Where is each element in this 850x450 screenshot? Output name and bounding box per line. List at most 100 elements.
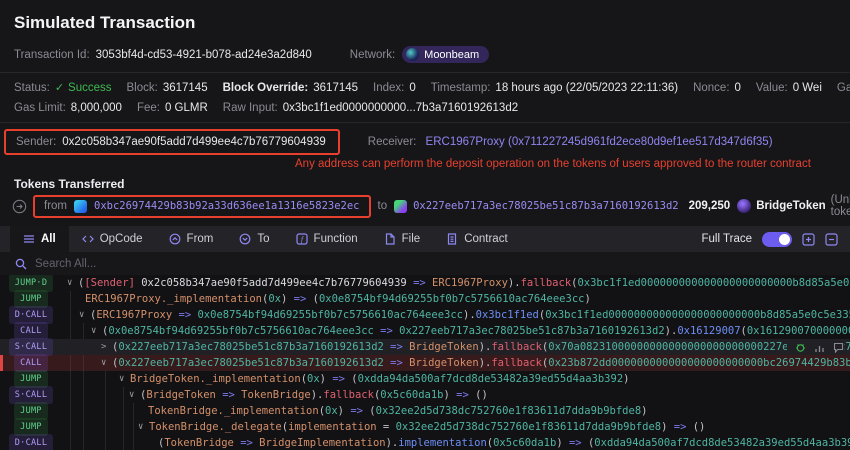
chevron-down-icon[interactable]: ∨	[79, 307, 84, 323]
from-address-link[interactable]: 0xbc26974429b83b92a33d636ee1a1316e5823e2…	[94, 200, 360, 212]
summary-value: Success	[68, 82, 111, 94]
chevron-down-icon[interactable]: ∨	[119, 371, 124, 387]
summary-item: Gas Used:331,062	[837, 82, 850, 94]
trace-line: ∨TokenBridge._delegate(implementation = …	[62, 419, 850, 435]
summary-item: Block Override:3617145	[223, 82, 358, 94]
trace-token: BridgeToken._implementation	[130, 373, 301, 385]
trace-line: ∨(0x227eeb717a3ec78025be51c87b3a71601926…	[62, 355, 850, 371]
svg-text:f: f	[300, 235, 304, 244]
chevron-down-icon[interactable]: ∨	[138, 419, 143, 435]
trace-line: ∨([Sender] 0x2c058b347ae90f5add7d499ee4c…	[62, 275, 850, 291]
tab-label: Contract	[464, 233, 507, 245]
gas-profiler-icon[interactable]	[814, 342, 825, 353]
trace-row[interactable]: JUMP∨BridgeToken._implementation(0x) => …	[0, 371, 850, 387]
trace-token: )	[281, 293, 294, 305]
summary-value: 0x3bc1f1ed0000000000...7b3a7160192613d2	[283, 102, 518, 114]
trace-token: 0x32ee2d5d738dc752760e1f83611d7dda9b9bfd…	[396, 421, 662, 433]
trace-token: implementation	[398, 437, 487, 449]
chevron-down-icon[interactable]: ∨	[101, 355, 106, 371]
trace-token: =>	[384, 341, 409, 353]
trace-row[interactable]: S·CALL>(0x227eeb717a3ec78025be51c87b3a71…	[0, 339, 850, 355]
collapse-all-icon[interactable]	[825, 233, 838, 246]
trace-token: 0x5c60da1b	[493, 437, 556, 449]
trace-token: 0x3bc1f1ed	[476, 309, 539, 321]
trace-line: TokenBridge._implementation(0x) => (0x32…	[62, 403, 850, 419]
summary-value: 0	[409, 82, 415, 94]
tab-contract[interactable]: Contract	[433, 226, 520, 252]
trace-search-bar[interactable]: Search All...	[0, 252, 850, 275]
trace-token: ).	[311, 389, 324, 401]
trace-token: (	[345, 373, 358, 385]
trace-token: 0x16129007000000000000000000000000b8d85a…	[747, 325, 850, 337]
trace-token: 0x227eeb717a3ec78025be51c87b3a7160192613…	[118, 341, 384, 353]
trace-token: )	[661, 421, 674, 433]
to-address-link[interactable]: 0x227eeb717a3ec78025be51c87b3a7160192613…	[413, 200, 679, 212]
chevron-down-icon[interactable]: ∨	[91, 323, 96, 339]
network-label: Network:	[350, 49, 395, 61]
debug-icon[interactable]	[795, 342, 806, 353]
trace-row[interactable]: JUMP·D∨([Sender] 0x2c058b347ae90f5add7d4…	[0, 275, 850, 291]
trace-token: )	[641, 405, 647, 417]
chevron-down-icon[interactable]: ∨	[67, 275, 72, 291]
summary-value: 8,000,000	[71, 102, 122, 114]
opcode-badge-column: D·CALL	[0, 307, 62, 323]
expand-all-icon[interactable]	[802, 233, 815, 246]
sender-highlight-box: Sender: 0x2c058b347ae90f5add7d499ee4c7b7…	[4, 129, 340, 155]
trace-token: 0x227eeb717a3ec78025be51c87b3a7160192613…	[118, 357, 384, 369]
tab-file[interactable]: File	[371, 226, 434, 252]
trace-token: (	[582, 437, 595, 449]
trace-token: ).	[665, 325, 678, 337]
transaction-meta-row: Transaction Id: 3053bf4d-cd53-4921-b078-…	[0, 33, 850, 63]
trace-token: 0xdda94da500af7dcd8de53482a39ed55d4aa3b3…	[594, 437, 850, 449]
summary-label: Raw Input:	[223, 102, 278, 114]
trace-token: )	[556, 437, 569, 449]
trace-token: TokenBridge	[164, 437, 234, 449]
receiver-link[interactable]: ERC1967Proxy (0x711227245d961fd2ece80d9e…	[426, 136, 773, 148]
trace-token: fallback	[491, 341, 542, 353]
trace-row[interactable]: JUMPERC1967Proxy._implementation(0x) => …	[0, 291, 850, 307]
chevron-down-icon[interactable]: ∨	[129, 387, 134, 403]
trace-row[interactable]: JUMP∨TokenBridge._delegate(implementatio…	[0, 419, 850, 435]
tab-all[interactable]: All	[10, 226, 69, 252]
tab-to[interactable]: To	[226, 226, 282, 252]
trace-token: BridgeToken	[409, 341, 479, 353]
opcode-badge-column: S·CALL	[0, 339, 62, 355]
trace-token: =>	[172, 309, 197, 321]
network-badge[interactable]: Moonbeam	[402, 46, 489, 63]
trace-line: (TokenBridge => BridgeImplementation).im…	[62, 435, 850, 450]
trace-row[interactable]: S·CALL∨(BridgeToken => TokenBridge).fall…	[0, 387, 850, 403]
trace-token: =>	[350, 405, 363, 417]
file-icon	[384, 233, 396, 245]
opcode-badge-column: JUMP	[0, 403, 62, 419]
trace-token: implementation	[288, 421, 377, 433]
trace-token: =>	[234, 437, 259, 449]
trace-token: 0x	[325, 405, 338, 417]
trace-row[interactable]: CALL∨(0x227eeb717a3ec78025be51c87b3a7160…	[0, 355, 850, 371]
trace-panel: AllOpCodeFromTofFunctionFileContract Ful…	[0, 226, 850, 450]
summary-label: Value:	[756, 82, 788, 94]
from-address-avatar	[74, 200, 87, 213]
trace-token: fallback	[491, 357, 542, 369]
trace-token: (	[363, 405, 376, 417]
full-trace-toggle[interactable]	[762, 232, 792, 247]
trace-row[interactable]: CALL∨(0x0e8754bf94d69255bf0b7c5756610ac7…	[0, 323, 850, 339]
trace-token: 0xdda94da500af7dcd8de53482a39ed55d4aa3b3…	[358, 373, 624, 385]
check-icon: ✓	[55, 81, 64, 94]
trace-token: 0x0e8754bf94d69255bf0b7c5756610ac764eee3…	[108, 325, 374, 337]
trace-row[interactable]: D·CALL(TokenBridge => BridgeImplementati…	[0, 435, 850, 450]
from-highlight-box: from 0xbc26974429b83b92a33d636ee1a1316e5…	[33, 195, 371, 218]
tab-from[interactable]: From	[156, 226, 227, 252]
summary-item: Nonce:0	[693, 82, 741, 94]
trace-row[interactable]: D·CALL∨(ERC1967Proxy => 0x0e8754bf94d692…	[0, 307, 850, 323]
token-transfer-row: from 0xbc26974429b83b92a33d636ee1a1316e5…	[12, 194, 850, 218]
comment-icon[interactable]	[833, 342, 844, 353]
summary-value: 0 GLMR	[165, 102, 208, 114]
trace-token: BridgeToken	[409, 357, 479, 369]
tab-opcode[interactable]: OpCode	[69, 226, 156, 252]
trace-token: =>	[569, 437, 582, 449]
chevron-right-icon[interactable]: >	[101, 339, 106, 355]
tab-function[interactable]: f Function	[283, 226, 371, 252]
tab-label: Function	[314, 233, 358, 245]
trace-token: 0x5c60da1b	[380, 389, 443, 401]
trace-row[interactable]: JUMPTokenBridge._implementation(0x) => (…	[0, 403, 850, 419]
